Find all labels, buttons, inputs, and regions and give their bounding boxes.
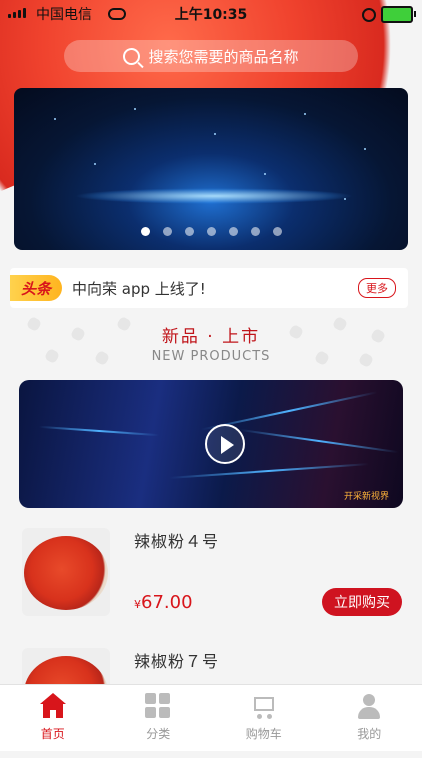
headline-text[interactable]: 中向荣 app 上线了! bbox=[72, 278, 358, 299]
promo-video[interactable]: 开采新视界 bbox=[19, 380, 403, 508]
search-bar[interactable]: 搜索您需要的商品名称 bbox=[64, 40, 358, 72]
carousel-indicators[interactable] bbox=[14, 227, 408, 236]
search-icon bbox=[123, 48, 140, 65]
headline-ticker[interactable]: 头条 中向荣 app 上线了! 更多 bbox=[10, 268, 408, 308]
banner-carousel[interactable] bbox=[14, 88, 408, 250]
product-image[interactable] bbox=[22, 528, 110, 616]
section-title: 新品 · 上市 bbox=[0, 322, 422, 347]
carousel-dot[interactable] bbox=[251, 227, 260, 236]
product-card[interactable]: 辣椒粉４号 ¥67.00 立即购买 bbox=[0, 528, 422, 638]
play-icon[interactable] bbox=[205, 424, 245, 464]
buy-now-button[interactable]: 立即购买 bbox=[322, 588, 402, 616]
category-grid-icon bbox=[145, 693, 171, 719]
cart-icon bbox=[251, 693, 277, 719]
rotation-lock-icon bbox=[362, 8, 376, 22]
user-icon bbox=[356, 693, 382, 719]
tab-home[interactable]: 首页 bbox=[0, 685, 106, 751]
clock: 上午10:35 bbox=[0, 4, 422, 24]
section-subtitle: NEW PRODUCTS bbox=[0, 349, 422, 364]
search-placeholder: 搜索您需要的商品名称 bbox=[148, 46, 298, 67]
more-button[interactable]: 更多 bbox=[358, 278, 396, 298]
carousel-dot[interactable] bbox=[229, 227, 238, 236]
battery-icon bbox=[381, 6, 413, 23]
bottom-tab-bar: 首页 分类 购物车 我的 bbox=[0, 684, 422, 751]
carousel-dot[interactable] bbox=[141, 227, 150, 236]
section-header: 新品 · 上市 NEW PRODUCTS bbox=[0, 322, 422, 372]
tab-label: 我的 bbox=[357, 725, 381, 742]
headline-tag: 头条 bbox=[10, 275, 62, 301]
tab-label: 分类 bbox=[146, 725, 170, 742]
product-name[interactable]: 辣椒粉４号 bbox=[134, 528, 219, 552]
tab-profile[interactable]: 我的 bbox=[317, 685, 422, 751]
tab-label: 购物车 bbox=[246, 725, 282, 742]
tab-cart[interactable]: 购物车 bbox=[211, 685, 317, 751]
carousel-dot[interactable] bbox=[185, 227, 194, 236]
product-price: ¥67.00 bbox=[134, 592, 193, 613]
video-caption: 开采新视界 bbox=[344, 489, 389, 502]
status-bar: 中国电信 上午10:35 bbox=[0, 0, 422, 26]
carousel-dot[interactable] bbox=[207, 227, 216, 236]
tab-category[interactable]: 分类 bbox=[106, 685, 212, 751]
tab-label: 首页 bbox=[41, 725, 65, 742]
home-icon bbox=[40, 693, 66, 719]
product-name[interactable]: 辣椒粉７号 bbox=[134, 648, 219, 672]
carousel-dot[interactable] bbox=[273, 227, 282, 236]
carousel-dot[interactable] bbox=[163, 227, 172, 236]
